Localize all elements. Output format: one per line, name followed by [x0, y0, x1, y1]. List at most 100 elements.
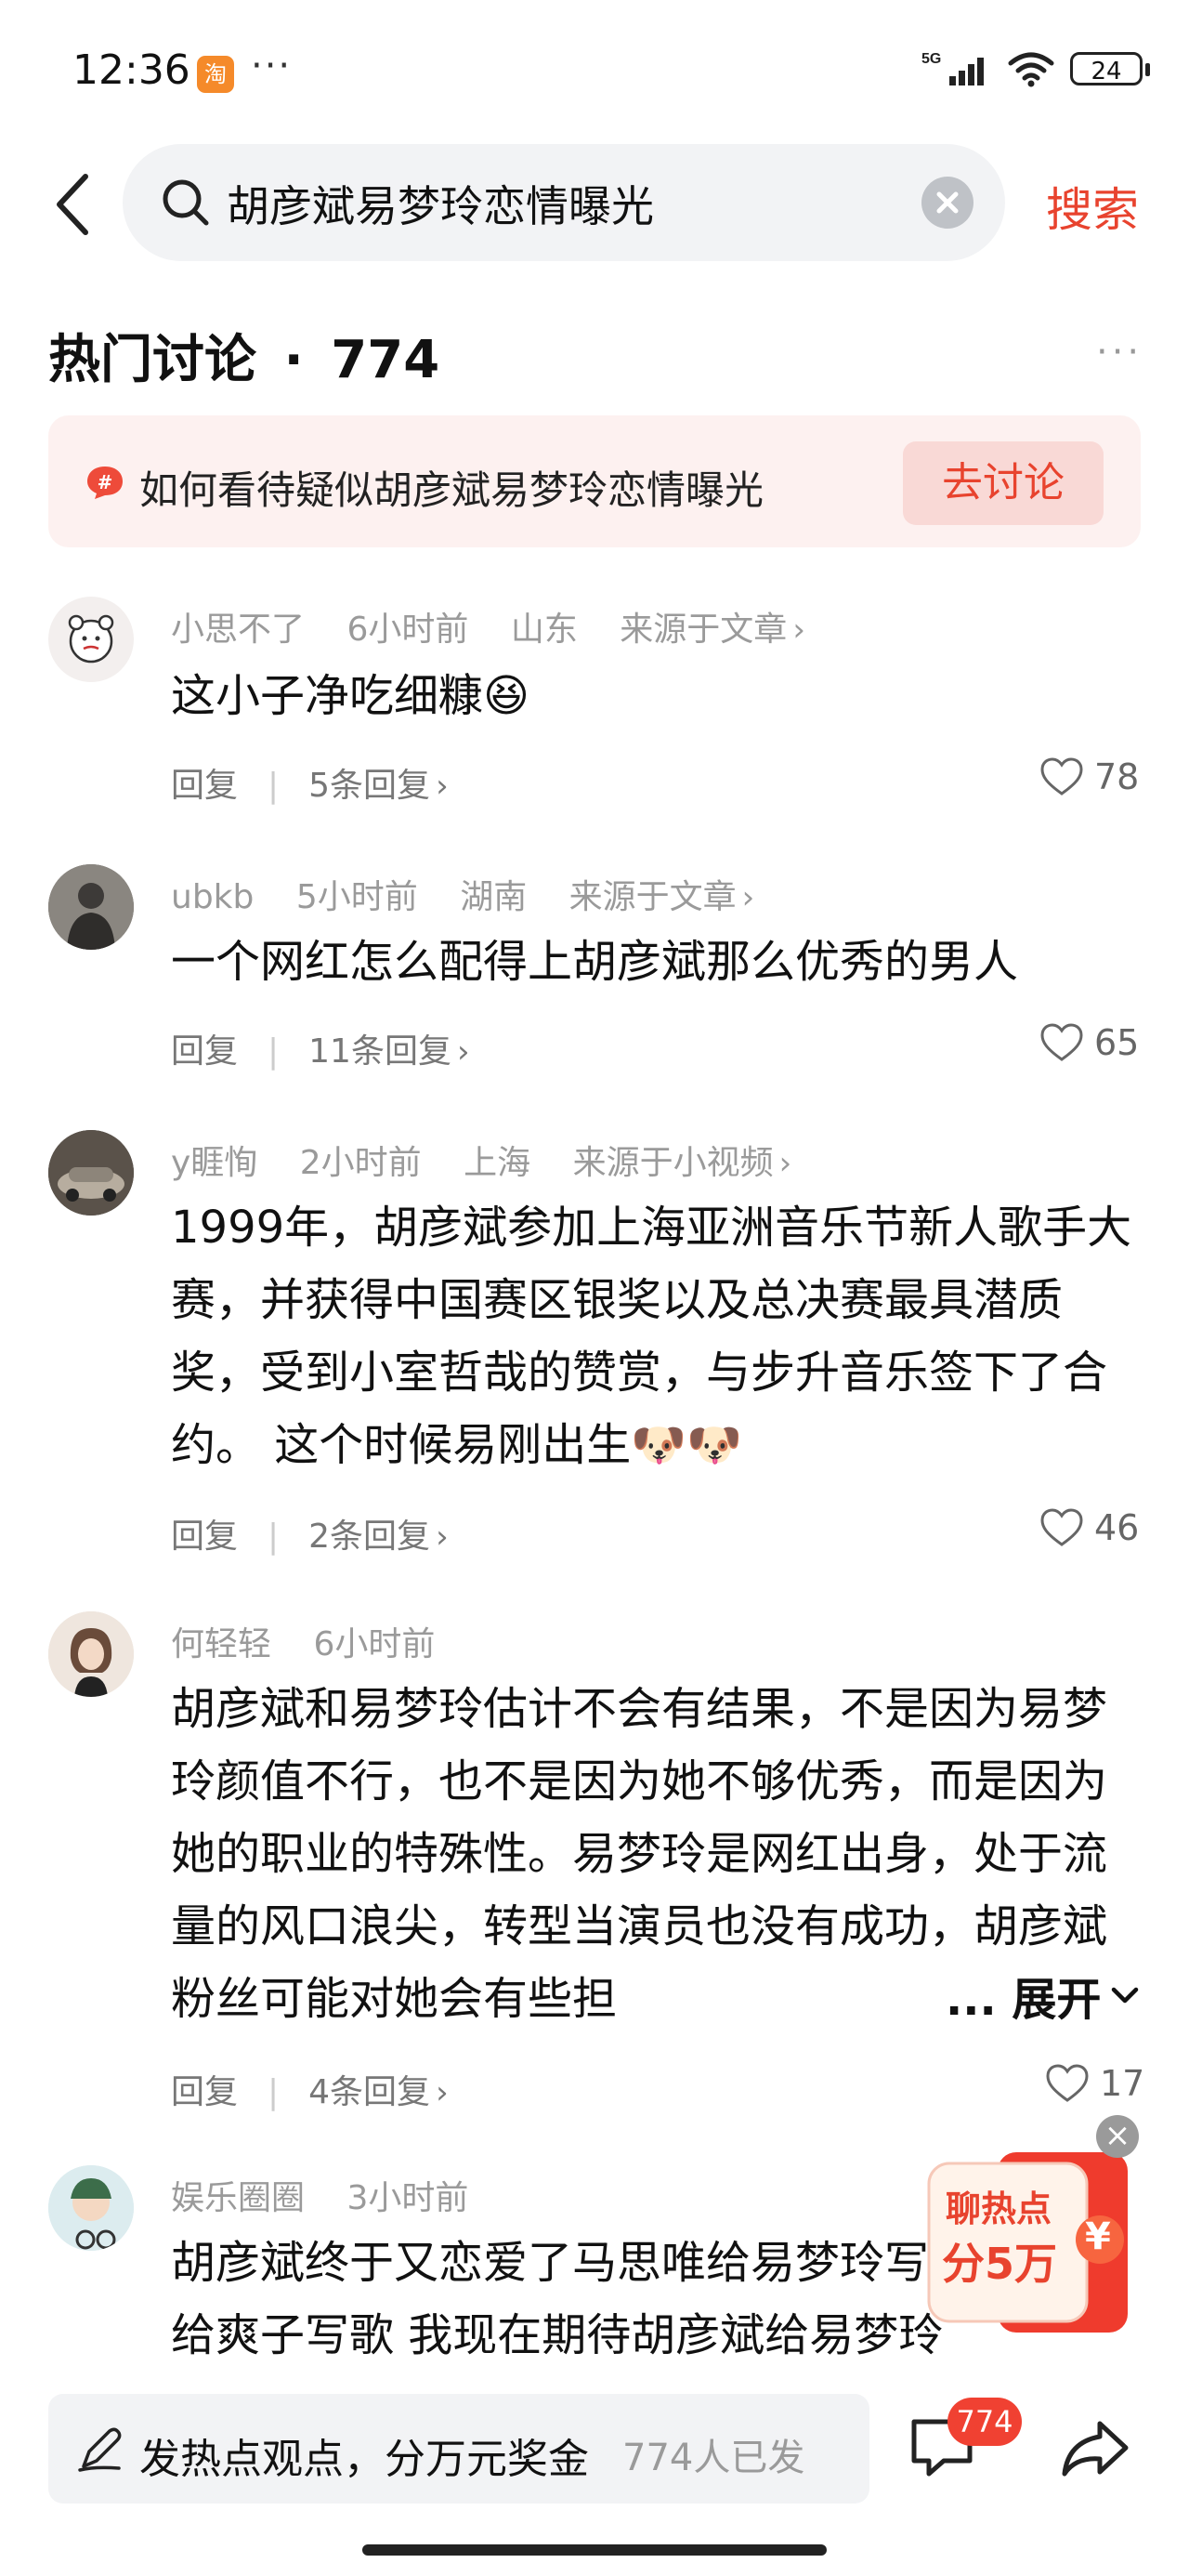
hot-topic-reward-ad[interactable]: 聊热点 分5万 ¥: [921, 2143, 1137, 2342]
avatar-image: [48, 864, 134, 950]
wifi-icon: [1008, 52, 1054, 87]
signal-icon: 5G: [921, 51, 984, 85]
comment-meta: 何轻轻 6小时前: [171, 1617, 466, 1665]
reply-button[interactable]: 回复: [171, 1518, 238, 1556]
comment-location: 上海: [464, 1144, 531, 1182]
like-button[interactable]: 65: [1040, 1022, 1139, 1063]
like-button[interactable]: 17: [1046, 2063, 1144, 2104]
comment-location: 山东: [510, 611, 578, 649]
comment-username[interactable]: 娱乐圈圈: [171, 2179, 305, 2217]
comment-meta: 小思不了 6小时前 山东 来源于文章 ›: [171, 602, 837, 651]
ad-currency-symbol: ¥: [1085, 2215, 1111, 2258]
comment-username[interactable]: 何轻轻: [171, 1625, 271, 1663]
comment-actions: 回复 | 5条回复 ›: [171, 767, 449, 805]
pen-icon: [78, 2427, 122, 2472]
more-options-icon[interactable]: ···: [1096, 331, 1143, 374]
reply-button[interactable]: 回复: [171, 2073, 238, 2111]
like-count: 17: [1100, 2063, 1145, 2104]
comment-source[interactable]: 来源于小视频: [573, 1144, 774, 1182]
posted-count: 774人已发: [622, 2437, 805, 2479]
comment-actions: 回复 | 11条回复 ›: [171, 1032, 470, 1071]
close-ad-button[interactable]: ×: [1096, 2115, 1139, 2158]
comment-time: 2小时前: [299, 1144, 422, 1182]
comment-text: 一个网红怎么配得上胡彦斌那么优秀的男人: [171, 936, 1019, 988]
comment-meta: ubkb 5小时前 湖南 来源于文章 ›: [171, 870, 786, 918]
avatar-image: [48, 2165, 134, 2251]
comment-meta: 娱乐圈圈 3小时前: [171, 2171, 500, 2219]
comment-text: 1999年，胡彦斌参加上海亚洲音乐节新人歌手大赛，并获得中国赛区银奖以及总决赛最…: [171, 1202, 1132, 1471]
search-icon: [163, 179, 209, 226]
avatar[interactable]: [48, 2165, 134, 2251]
comment-username[interactable]: 小思不了: [171, 611, 305, 649]
expand-label[interactable]: ... 展开: [946, 1963, 1101, 2028]
svg-text:#: #: [98, 471, 113, 493]
clear-search-icon[interactable]: [921, 177, 973, 229]
ad-amount: 分5万: [942, 2239, 1058, 2289]
hot-discussion-title: 热门讨论 · 774: [48, 318, 439, 393]
hot-title-count: 774: [331, 330, 440, 390]
share-icon[interactable]: [1061, 2418, 1130, 2479]
comment-count-badge: 774: [947, 2398, 1022, 2446]
status-indicators: 5G 24: [921, 48, 1150, 89]
avatar[interactable]: [48, 1611, 134, 1697]
comment-source[interactable]: 来源于文章: [569, 878, 737, 916]
like-count: 78: [1094, 756, 1140, 797]
chevron-down-icon: [1112, 1987, 1139, 2004]
avatar-image: [68, 614, 114, 664]
expand-button[interactable]: ... 展开: [936, 1963, 1143, 2028]
avatar[interactable]: [48, 864, 134, 950]
view-replies-link[interactable]: 11条回复: [308, 1032, 451, 1071]
topic-question[interactable]: 如何看待疑似胡彦斌易梦玲恋情曝光: [139, 459, 764, 516]
status-more-icon: ···: [251, 45, 293, 87]
comment-time: 6小时前: [346, 611, 469, 649]
comment-location: 湖南: [460, 878, 528, 916]
chevron-right-icon: ›: [741, 879, 755, 916]
heart-icon: [1040, 757, 1083, 795]
like-count: 65: [1094, 1022, 1140, 1063]
chevron-right-icon: ›: [792, 611, 805, 649]
hot-title-separator: ·: [283, 330, 304, 390]
chevron-right-icon: ›: [456, 1033, 470, 1071]
hashtag-chat-icon: #: [87, 467, 123, 499]
taobao-app-icon: 淘: [197, 56, 234, 93]
search-button[interactable]: 搜索: [1046, 173, 1139, 240]
comment-username[interactable]: ubkb: [171, 878, 254, 916]
chevron-right-icon: ›: [778, 1145, 792, 1182]
home-indicator: [362, 2544, 827, 2556]
avatar-image: [48, 1611, 134, 1697]
heart-icon: [1040, 1508, 1083, 1546]
like-button[interactable]: 46: [1040, 1507, 1139, 1548]
comment-time: 3小时前: [346, 2179, 469, 2217]
heart-icon: [1046, 2064, 1089, 2102]
chevron-right-icon: ›: [436, 2074, 449, 2111]
back-arrow-icon[interactable]: [46, 167, 102, 242]
ad-title: 聊热点: [946, 2188, 1052, 2229]
post-opinion-placeholder[interactable]: 发热点观点，分万元奖金: [139, 2425, 589, 2485]
chevron-right-icon: ›: [436, 1518, 449, 1556]
comment-text: 这小子净吃细糠😆: [171, 670, 530, 722]
go-discuss-button[interactable]: 去讨论: [903, 441, 1104, 525]
network-type-label: 5G: [921, 51, 941, 67]
search-query-text[interactable]: 胡彦斌易梦玲恋情曝光: [227, 173, 654, 234]
like-count: 46: [1094, 1507, 1140, 1548]
view-replies-link[interactable]: 2条回复: [308, 1518, 430, 1556]
avatar[interactable]: [48, 597, 134, 682]
hot-title-label: 热门讨论: [48, 330, 256, 390]
comment-actions: 回复 | 2条回复 ›: [171, 1518, 449, 1556]
comment-source[interactable]: 来源于文章: [620, 611, 787, 649]
comment-time: 6小时前: [313, 1625, 436, 1663]
comment-actions: 回复 | 4条回复 ›: [171, 2073, 449, 2111]
reply-button[interactable]: 回复: [171, 1032, 238, 1071]
like-button[interactable]: 78: [1040, 756, 1139, 797]
battery-indicator: 24: [1070, 52, 1150, 85]
avatar[interactable]: [48, 1130, 134, 1216]
reply-button[interactable]: 回复: [171, 767, 238, 805]
avatar-image: [48, 1130, 134, 1216]
comment-time: 5小时前: [295, 878, 418, 916]
view-replies-link[interactable]: 5条回复: [308, 767, 430, 805]
heart-icon: [1040, 1023, 1083, 1061]
comment-meta: y睚恂 2小时前 上海 来源于小视频 ›: [171, 1136, 823, 1184]
view-replies-link[interactable]: 4条回复: [308, 2073, 430, 2111]
chevron-right-icon: ›: [436, 768, 449, 805]
comment-username[interactable]: y睚恂: [171, 1144, 257, 1182]
